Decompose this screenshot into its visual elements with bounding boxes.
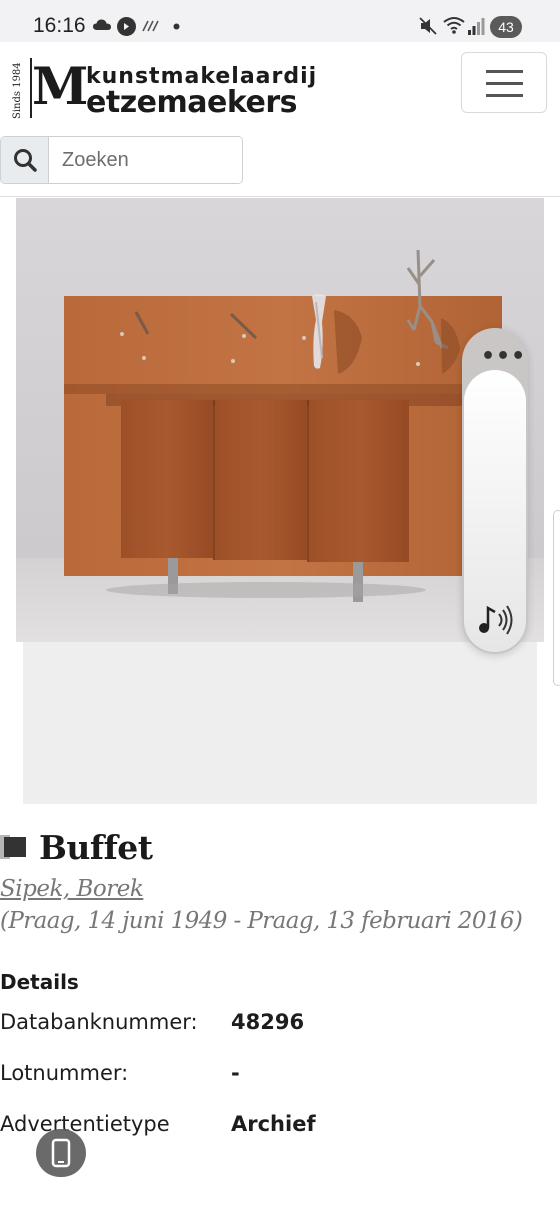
search-button[interactable]	[1, 137, 49, 183]
scroll-handle[interactable]	[553, 510, 560, 686]
site-header: Sinds 1984 kunstmakelaardij M etzemaeker…	[0, 42, 560, 197]
site-logo[interactable]: Sinds 1984 kunstmakelaardij M etzemaeker…	[12, 52, 316, 122]
detail-value: 48296	[231, 1010, 305, 1034]
detail-row-lotnummer: Lotnummer: -	[0, 1061, 560, 1091]
battery-icon: 43	[490, 16, 522, 38]
logo-name: etzemaekers	[86, 85, 298, 120]
widget-slider-track[interactable]	[464, 370, 526, 652]
search-bar	[0, 136, 243, 184]
call-stats-icon	[142, 20, 159, 32]
detail-value: Archief	[231, 1112, 316, 1136]
detail-row-databanknummer: Databanknummer: 48296	[0, 1010, 560, 1040]
sound-wave-icon[interactable]	[475, 602, 515, 638]
title-marker-icon	[4, 837, 26, 857]
search-icon	[14, 149, 37, 172]
detail-value: -	[231, 1061, 240, 1085]
product-title: Buffet	[39, 828, 153, 867]
logo-since-text: Sinds 1984	[12, 62, 23, 120]
logo-initial: M	[32, 57, 88, 117]
phone-button[interactable]	[36, 1129, 86, 1177]
dot-icon	[173, 23, 180, 30]
menu-button[interactable]	[461, 52, 547, 113]
more-dots-icon[interactable]: •••	[481, 346, 526, 368]
music-app-icon	[117, 17, 136, 36]
cloud-icon	[93, 19, 111, 30]
hamburger-icon	[486, 70, 523, 97]
phone-icon	[51, 1138, 71, 1168]
status-time: 16:16	[33, 14, 86, 37]
detail-label: Databanknummer:	[0, 1010, 198, 1034]
details-heading: Details	[0, 970, 79, 994]
detail-label: Lotnummer:	[0, 1061, 129, 1085]
wifi-icon	[443, 17, 465, 34]
mute-icon	[419, 17, 437, 35]
signal-icon	[468, 18, 485, 35]
artist-link[interactable]: Sipek, Borek	[0, 876, 144, 902]
artist-dates: (Praag, 14 juni 1949 - Praag, 13 februar…	[0, 908, 523, 934]
floating-media-widget[interactable]: •••	[462, 328, 528, 654]
search-input[interactable]	[49, 137, 242, 183]
